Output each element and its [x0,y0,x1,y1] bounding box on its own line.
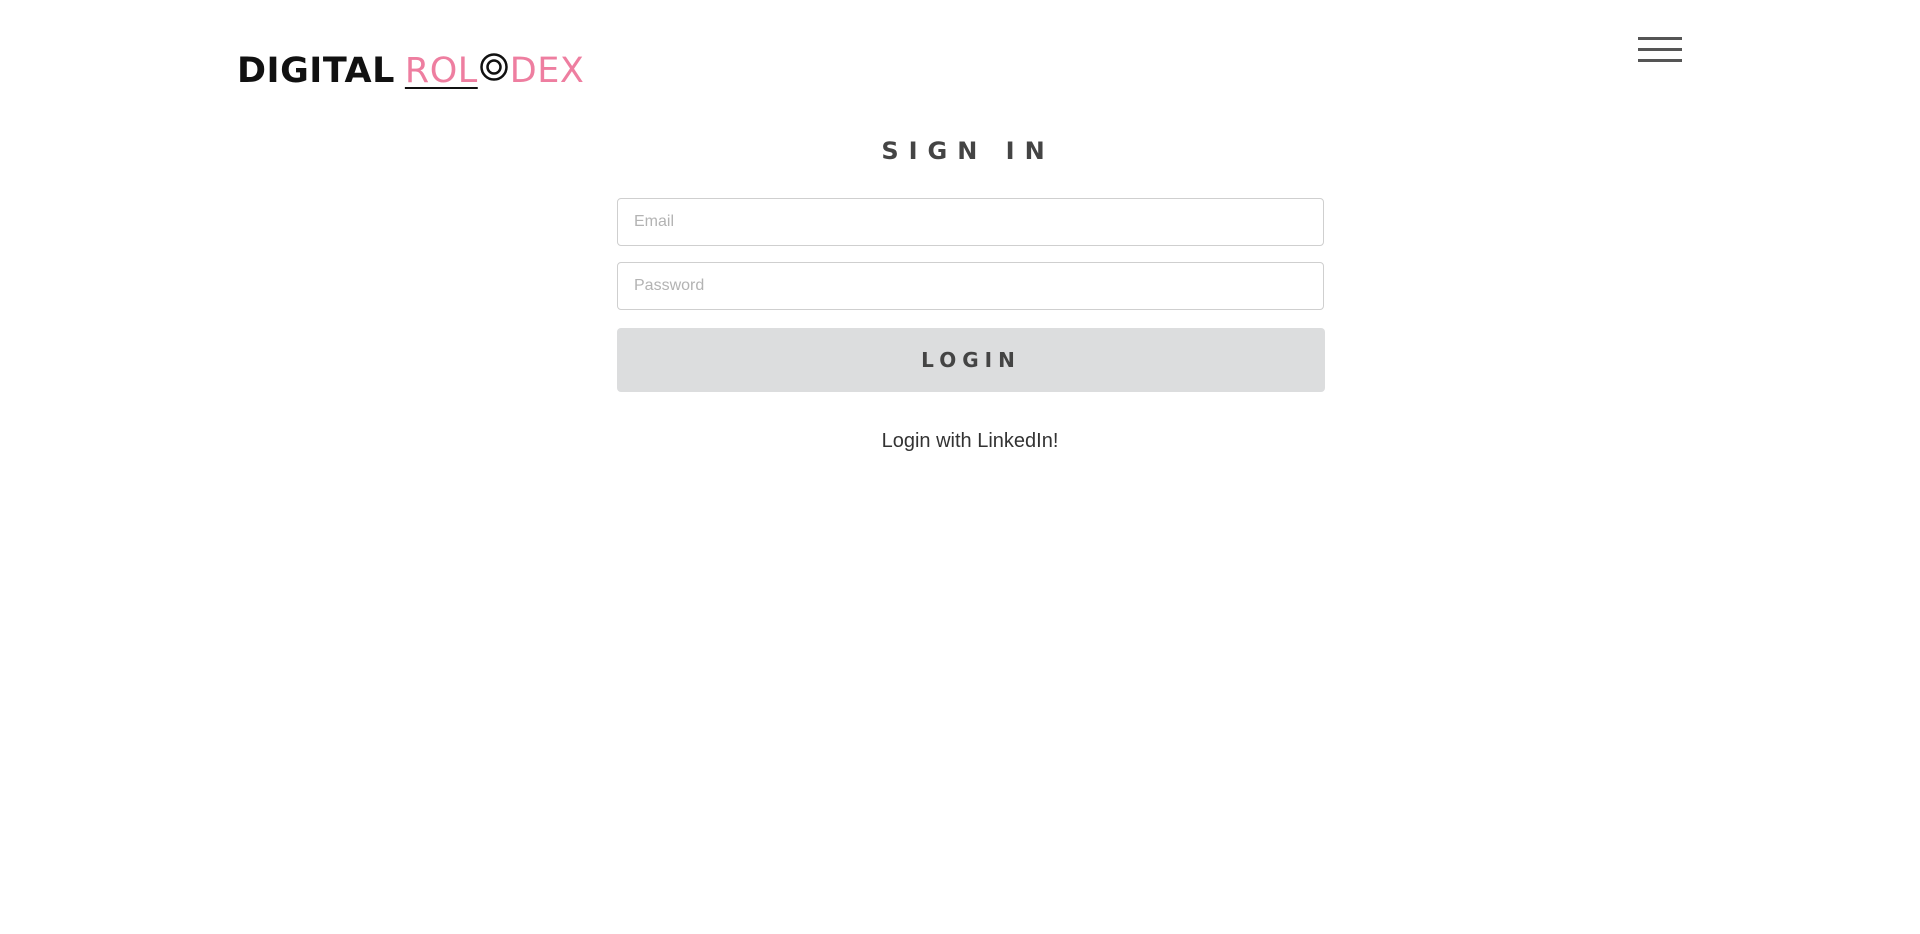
hamburger-menu-icon[interactable] [1638,34,1684,66]
login-button[interactable]: LOGIN [617,328,1325,392]
logo-text-rol: ROL [404,51,478,91]
email-field[interactable] [617,198,1324,246]
site-header: DIGITAL ROL DEX [0,0,1920,110]
site-logo[interactable]: DIGITAL ROL DEX [237,50,584,92]
logo-text-dex: DEX [509,51,585,91]
logo-text-digital: DIGITAL [237,51,395,91]
menu-bar-top [1638,37,1682,40]
logo-target-icon [479,51,509,91]
menu-bar-bottom [1638,59,1682,62]
menu-bar-middle [1638,48,1682,51]
linkedin-login-link[interactable]: Login with LinkedIn! [0,430,1920,453]
password-field[interactable] [617,262,1324,310]
page-title: SIGN IN [881,137,1055,165]
